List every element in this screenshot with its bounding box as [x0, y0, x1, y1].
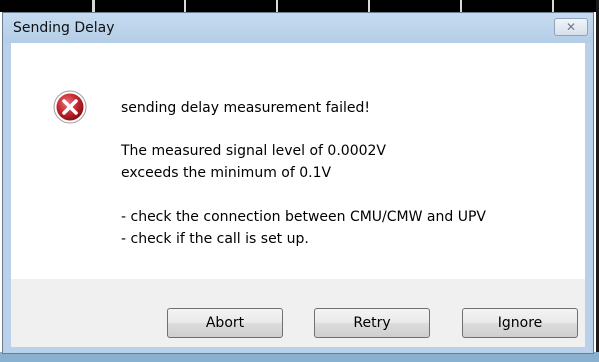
- close-button[interactable]: ✕: [554, 18, 588, 36]
- detail-line-2: exceeds the minimum of 0.1V: [121, 165, 332, 181]
- error-icon: [53, 90, 87, 124]
- hint-line-1: - check the connection between CMU/CMW a…: [121, 209, 486, 225]
- title-bar[interactable]: Sending Delay ✕: [3, 13, 593, 43]
- dialog-title: Sending Delay: [13, 20, 115, 36]
- button-bar: Abort Retry Ignore: [11, 279, 585, 347]
- sending-delay-dialog: Sending Delay ✕ sending delay measuremen…: [2, 12, 594, 354]
- abort-button[interactable]: Abort: [167, 308, 283, 338]
- hint-line-2: - check if the call is set up.: [121, 231, 309, 247]
- error-headline: sending delay measurement failed!: [121, 100, 370, 116]
- ignore-button[interactable]: Ignore: [462, 308, 578, 338]
- message-area: sending delay measurement failed! The me…: [11, 43, 585, 279]
- background-window-strip: [0, 0, 599, 12]
- retry-button[interactable]: Retry: [314, 308, 430, 338]
- close-icon: ✕: [565, 20, 577, 34]
- detail-line-1: The measured signal level of 0.0002V: [121, 143, 386, 159]
